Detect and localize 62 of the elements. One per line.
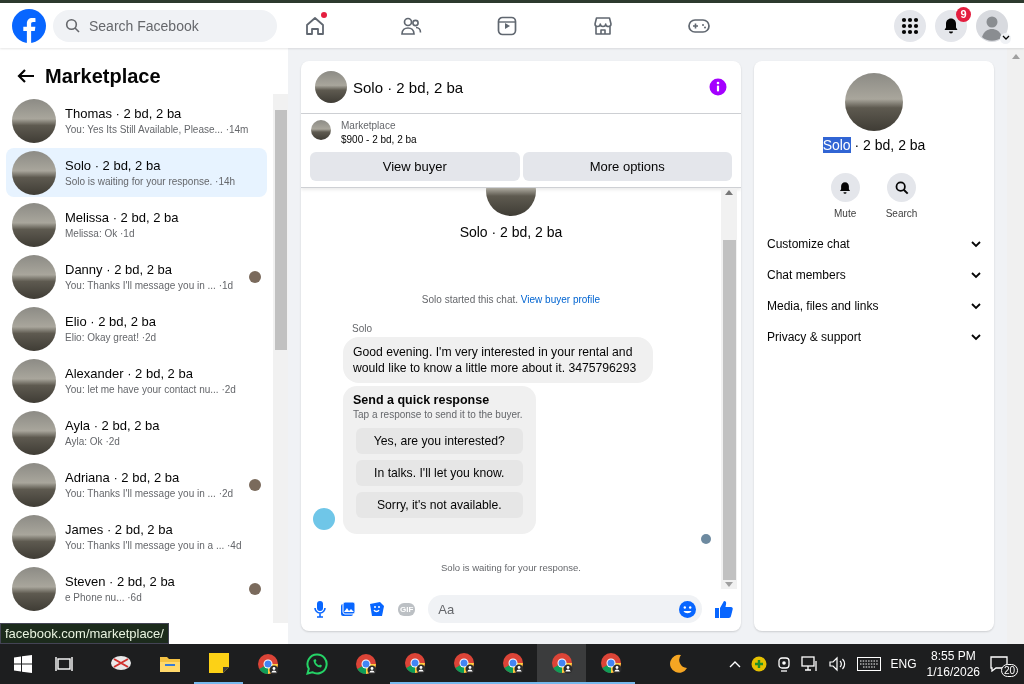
conversation-item[interactable]: Elio · 2 bd, 2 ba Elio: Okay great! ·2d xyxy=(6,304,267,353)
quick-response-hint: Tap a response to send it to the buyer. xyxy=(353,409,523,420)
chat-started-notice: Solo started this chat. View buyer profile xyxy=(421,294,601,305)
conversation-name: Solo · 2 bd, 2 ba xyxy=(65,158,162,173)
collapsible-section[interactable]: Privacy & support xyxy=(767,330,981,344)
conversation-name: Ayla · 2 bd, 2 ba xyxy=(65,418,161,433)
message-preview: Solo is waiting for your response. ·14h xyxy=(65,176,237,187)
collapsible-section[interactable]: Customize chat xyxy=(767,237,981,251)
collapsible-section[interactable]: Chat members xyxy=(767,268,981,282)
clock-date[interactable]: 1/16/2026 xyxy=(926,664,980,680)
message-preview: You: Thanks I'll message you in ... ·1d xyxy=(65,280,235,291)
message-preview: You: Yes Its Still Available, Please... ·14m xyxy=(65,124,250,135)
typing-notice: Solo is waiting for your response. xyxy=(441,562,581,573)
view-buyer-profile-link[interactable]: View buyer profile xyxy=(520,294,601,305)
conversation-item[interactable]: Ayla · 2 bd, 2 ba Ayla: Ok ·2d xyxy=(6,408,267,457)
message-preview: You: Thanks I'll message you in a ... ·4d xyxy=(65,540,243,551)
chat-name: Solo · 2 bd, 2 ba xyxy=(822,137,926,153)
conversation-name: Steven · 2 bd, 2 ba xyxy=(65,574,176,589)
listing-detail: $900 - 2 bd, 2 ba xyxy=(341,134,417,145)
conversation-name: Thomas · 2 bd, 2 ba xyxy=(65,106,183,121)
profile-name: Solo · 2 bd, 2 ba xyxy=(459,224,563,240)
quick-reply-button[interactable]: Sorry, it's not available. xyxy=(356,492,523,518)
conversation-item[interactable]: Danny · 2 bd, 2 ba You: Thanks I'll message you in ... ·1d xyxy=(6,252,267,301)
message-input[interactable]: Aa xyxy=(428,595,702,623)
conversation-name: Melissa · 2 bd, 2 ba xyxy=(65,210,180,225)
action-label: Mute xyxy=(834,208,857,219)
conversation-item[interactable]: Melissa · 2 bd, 2 ba Melissa: Ok ·1d xyxy=(6,200,267,249)
action-center-button[interactable]: 20 xyxy=(990,651,1016,677)
conversation-item[interactable]: Steven · 2 bd, 2 ba e Phone nu... ·6d xyxy=(6,564,267,613)
clock-time[interactable]: 8:55 PM xyxy=(930,648,976,664)
quick-reply-button[interactable]: In talks. I'll let you know. xyxy=(356,460,523,486)
language-indicator[interactable]: ENG xyxy=(890,657,917,671)
message-preview: You: Thanks I'll message you in ... ·2d xyxy=(65,488,235,499)
message-preview: Ayla: Ok ·2d xyxy=(65,436,121,447)
conversation-item[interactable]: Alexander · 2 bd, 2 ba You: let me have your contact nu... ·2d xyxy=(6,356,267,405)
conversation-name: Adriana · 2 bd, 2 ba xyxy=(65,470,181,485)
conversation-item[interactable]: Solo · 2 bd, 2 ba Solo is waiting for your response. ·14h xyxy=(6,148,267,197)
notification-count: 9 xyxy=(956,6,971,22)
collapsible-section[interactable]: Media, files and links xyxy=(767,299,981,313)
conversation-item[interactable]: Adriana · 2 bd, 2 ba You: Thanks I'll message you in ... ·2d xyxy=(6,460,267,509)
sidebar-title: Marketplace xyxy=(45,64,161,88)
message-preview: You: let me have your contact nu... ·2d xyxy=(65,384,237,395)
action-button[interactable]: More options xyxy=(522,152,732,181)
search-field[interactable]: Search Facebook xyxy=(53,9,277,42)
conversation-name: Alexander · 2 bd, 2 ba xyxy=(65,366,194,381)
chat-title: Solo · 2 bd, 2 ba xyxy=(353,78,465,96)
conversation-name: Danny · 2 bd, 2 ba xyxy=(65,262,173,277)
quick-reply-button[interactable]: Yes, are you interested? xyxy=(356,428,523,454)
action-button[interactable]: View buyer xyxy=(310,152,520,181)
conversation-name: Elio · 2 bd, 2 ba xyxy=(65,314,158,329)
link-status-tooltip: facebook.com/marketplace/ xyxy=(0,623,169,644)
listing-label: Marketplace xyxy=(341,120,397,131)
conversation-item[interactable]: Thomas · 2 bd, 2 ba You: Yes Its Still Available, Please... ·14m xyxy=(6,96,267,145)
sender-name: Solo xyxy=(352,323,373,334)
message-preview: Elio: Okay great! ·2d xyxy=(65,332,158,343)
action-label: Search xyxy=(885,208,918,219)
message-bubble: Good evening. I'm very interested in your rental and would like to know a little more about it. 3475796293 xyxy=(343,337,653,383)
conversation-item[interactable]: James · 2 bd, 2 ba You: Thanks I'll message you in a ... ·4d xyxy=(6,512,267,561)
conversation-name: James · 2 bd, 2 ba xyxy=(65,522,174,537)
quick-response-title: Send a quick response xyxy=(353,393,491,407)
message-preview: Melissa: Ok ·1d xyxy=(65,228,136,239)
message-preview: e Phone nu... ·6d xyxy=(65,592,143,603)
